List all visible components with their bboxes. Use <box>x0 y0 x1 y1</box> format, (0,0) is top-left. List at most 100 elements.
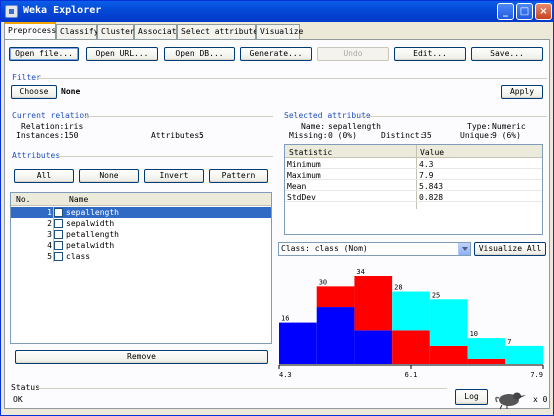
bin-count-label: 10 <box>470 330 478 338</box>
weka-app-icon <box>5 5 18 18</box>
weka-bird-icon <box>495 392 526 410</box>
attributes-divider <box>57 156 273 157</box>
attribute-checkbox[interactable] <box>54 241 63 250</box>
statistic-value: 7.9 <box>419 171 434 180</box>
status-message: OK <box>13 395 23 404</box>
histogram-bar-segment <box>354 330 393 364</box>
choose-filter-button[interactable]: Choose <box>11 85 57 99</box>
attr-distinct-value: 35 <box>422 131 432 140</box>
statistic-row[interactable]: Minimum 4.3 <box>285 159 542 169</box>
chevron-down-icon[interactable] <box>458 243 470 255</box>
attribute-checkbox[interactable] <box>54 219 63 228</box>
bin-count-label: 30 <box>319 278 327 286</box>
attribute-name: sepallength <box>66 208 119 217</box>
statistic-name: Mean <box>287 182 307 191</box>
column-name[interactable]: Name <box>69 195 88 204</box>
filter-divider <box>37 78 547 79</box>
attributes-count-label: Attributes: <box>151 131 204 140</box>
bin-count-label: 28 <box>394 284 402 292</box>
histogram-panel[interactable]: 16 30 34 28 25 10 7 4.3 6.1 7.9 <box>276 264 546 384</box>
histogram-bar-segment <box>467 338 506 359</box>
attributes-table-header: No. Name <box>11 193 271 206</box>
attribute-checkbox[interactable] <box>54 252 63 261</box>
log-button[interactable]: Log <box>455 389 488 405</box>
tab-classify[interactable]: Classify <box>56 24 99 39</box>
x-count: x 0 <box>533 395 548 404</box>
select-none-button[interactable]: None <box>79 169 139 183</box>
save-button[interactable]: Save... <box>471 47 543 61</box>
open-db-button[interactable]: Open DB... <box>164 47 235 61</box>
apply-filter-button[interactable]: Apply <box>501 85 543 99</box>
attr-unique-label: Unique: <box>460 131 494 140</box>
histogram-bar-segment <box>392 330 430 364</box>
tab-associate[interactable]: Associate <box>134 24 181 39</box>
attribute-row[interactable]: 3 petallength <box>11 229 271 240</box>
status-section-title: Status <box>11 383 40 392</box>
statistic-row[interactable]: Maximum 7.9 <box>285 170 542 180</box>
column-statistic[interactable]: Statistic <box>289 148 332 157</box>
x-axis-tick-label: 6.1 <box>405 371 418 379</box>
histogram-bar-segment <box>392 291 430 331</box>
attr-missing-value: 0 (0%) <box>328 131 357 140</box>
minimize-button[interactable]: _ <box>497 3 514 20</box>
attribute-row[interactable]: 5 class <box>11 251 271 262</box>
histogram-bar-segment <box>316 286 355 308</box>
statistic-value: 0.828 <box>419 193 444 202</box>
relation-divider <box>83 116 273 117</box>
column-no[interactable]: No. <box>16 195 30 204</box>
attr-type-label: Type: <box>467 122 492 131</box>
class-select[interactable]: Class: class (Nom) <box>278 242 471 256</box>
generate-button[interactable]: Generate... <box>240 47 312 61</box>
histogram-bar-segment <box>354 276 393 331</box>
x-axis-tick-label: 7.9 <box>530 371 543 379</box>
tab-preprocess[interactable]: Preprocess <box>4 22 56 40</box>
histogram-chart: 16 30 34 28 25 10 7 4.3 6.1 7.9 <box>278 268 544 379</box>
attribute-no: 5 <box>47 252 52 261</box>
selected-attribute-divider <box>361 116 547 117</box>
edit-button[interactable]: Edit... <box>394 47 466 61</box>
histogram-bar-segment <box>279 322 317 364</box>
close-button[interactable]: × <box>535 3 552 20</box>
statistic-row[interactable]: Mean 5.843 <box>285 181 542 191</box>
invert-button[interactable]: Invert <box>144 169 204 183</box>
bin-count-label: 25 <box>432 291 440 299</box>
attribute-checkbox[interactable] <box>54 230 63 239</box>
selected-attribute-title: Selected attribute <box>284 111 371 120</box>
attribute-row[interactable]: 4 petalwidth <box>11 240 271 251</box>
visualize-all-button[interactable]: Visualize All <box>474 242 546 256</box>
maximize-button[interactable]: □ <box>516 3 533 20</box>
relation-value: iris <box>64 122 84 131</box>
status-divider <box>37 388 447 389</box>
select-all-button[interactable]: All <box>14 169 74 183</box>
histogram-bar-segment <box>316 307 355 364</box>
open-url-button[interactable]: Open URL... <box>86 47 158 61</box>
tab-cluster[interactable]: Cluster <box>97 24 135 39</box>
attr-name-label: Name: <box>301 122 326 131</box>
title-bar[interactable]: Weka Explorer _ □ × <box>1 1 553 22</box>
tab-visualize[interactable]: Visualize <box>256 24 303 39</box>
remove-attribute-button[interactable]: Remove <box>15 350 268 364</box>
statistic-name: StdDev <box>287 193 316 202</box>
filter-value: None <box>61 87 81 96</box>
window-title: Weka Explorer <box>23 5 102 16</box>
bin-count-label: 7 <box>507 338 511 346</box>
open-file-button[interactable]: Open file... <box>9 47 79 61</box>
undo-button[interactable]: Undo <box>317 47 389 61</box>
tab-select-attributes[interactable]: Select attributes <box>177 24 263 39</box>
pattern-button[interactable]: Pattern <box>209 169 268 183</box>
histogram-bar-segment <box>429 345 468 364</box>
attribute-checkbox[interactable] <box>54 208 63 217</box>
class-select-value: Class: class (Nom) <box>281 244 368 253</box>
attr-name-value: sepallength <box>328 122 381 131</box>
histogram-bar-segment <box>505 345 543 364</box>
column-value[interactable]: Value <box>420 148 444 157</box>
attribute-name: sepalwidth <box>66 219 115 228</box>
attributes-table[interactable]: No. Name 1 sepallength 2 sepalwidth 3 pe… <box>10 192 272 344</box>
statistics-table[interactable]: Statistic Value Minimum 4.3 Maximum 7.9 … <box>284 144 543 235</box>
attribute-no: 4 <box>47 241 52 250</box>
attribute-row[interactable]: 1 sepallength <box>11 207 271 218</box>
attribute-name: class <box>66 252 91 261</box>
attribute-row[interactable]: 2 sepalwidth <box>11 218 271 229</box>
histogram-bar-segment <box>429 299 468 346</box>
statistic-row[interactable]: StdDev 0.828 <box>285 192 542 202</box>
